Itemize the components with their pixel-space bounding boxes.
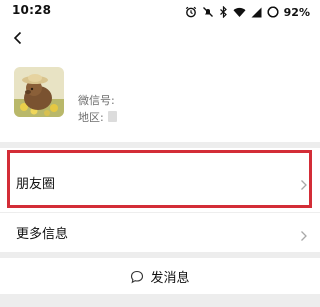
profile-header: 微信号: 地区: (0, 24, 320, 142)
wechat-id-label: 微信号: (78, 94, 115, 107)
more-info-label: 更多信息 (16, 227, 69, 242)
more-info-row[interactable]: 更多信息 (0, 213, 320, 252)
region-label: 地区: (78, 111, 104, 124)
send-message-button[interactable]: 发消息 (0, 258, 320, 294)
status-bar: 10:28 92% (0, 0, 320, 24)
send-message-label: 发消息 (150, 270, 190, 286)
status-icons: 92% (185, 4, 310, 20)
chat-bubble-icon (130, 269, 144, 284)
chevron-right-icon (300, 176, 308, 190)
moments-row[interactable]: 朋友圈 (0, 148, 320, 212)
contact-profile-page: 10:28 92% 微信号: 地区: 朋友圈 更多信息 发消息 (0, 0, 320, 307)
avatar[interactable] (14, 67, 64, 117)
region-value-placeholder (108, 111, 117, 122)
alarm-icon (185, 6, 197, 18)
battery-percent: 92% (283, 5, 310, 19)
chevron-right-icon (300, 227, 308, 241)
status-time: 10:28 (12, 3, 52, 17)
back-icon[interactable] (10, 30, 26, 46)
moments-label: 朋友圈 (16, 177, 56, 192)
send-message-content: 发消息 (0, 258, 320, 294)
signal-icon (251, 7, 262, 18)
bluetooth-icon (219, 6, 228, 18)
wifi-icon (233, 7, 246, 18)
mute-icon (202, 6, 214, 18)
battery-icon (267, 6, 279, 18)
